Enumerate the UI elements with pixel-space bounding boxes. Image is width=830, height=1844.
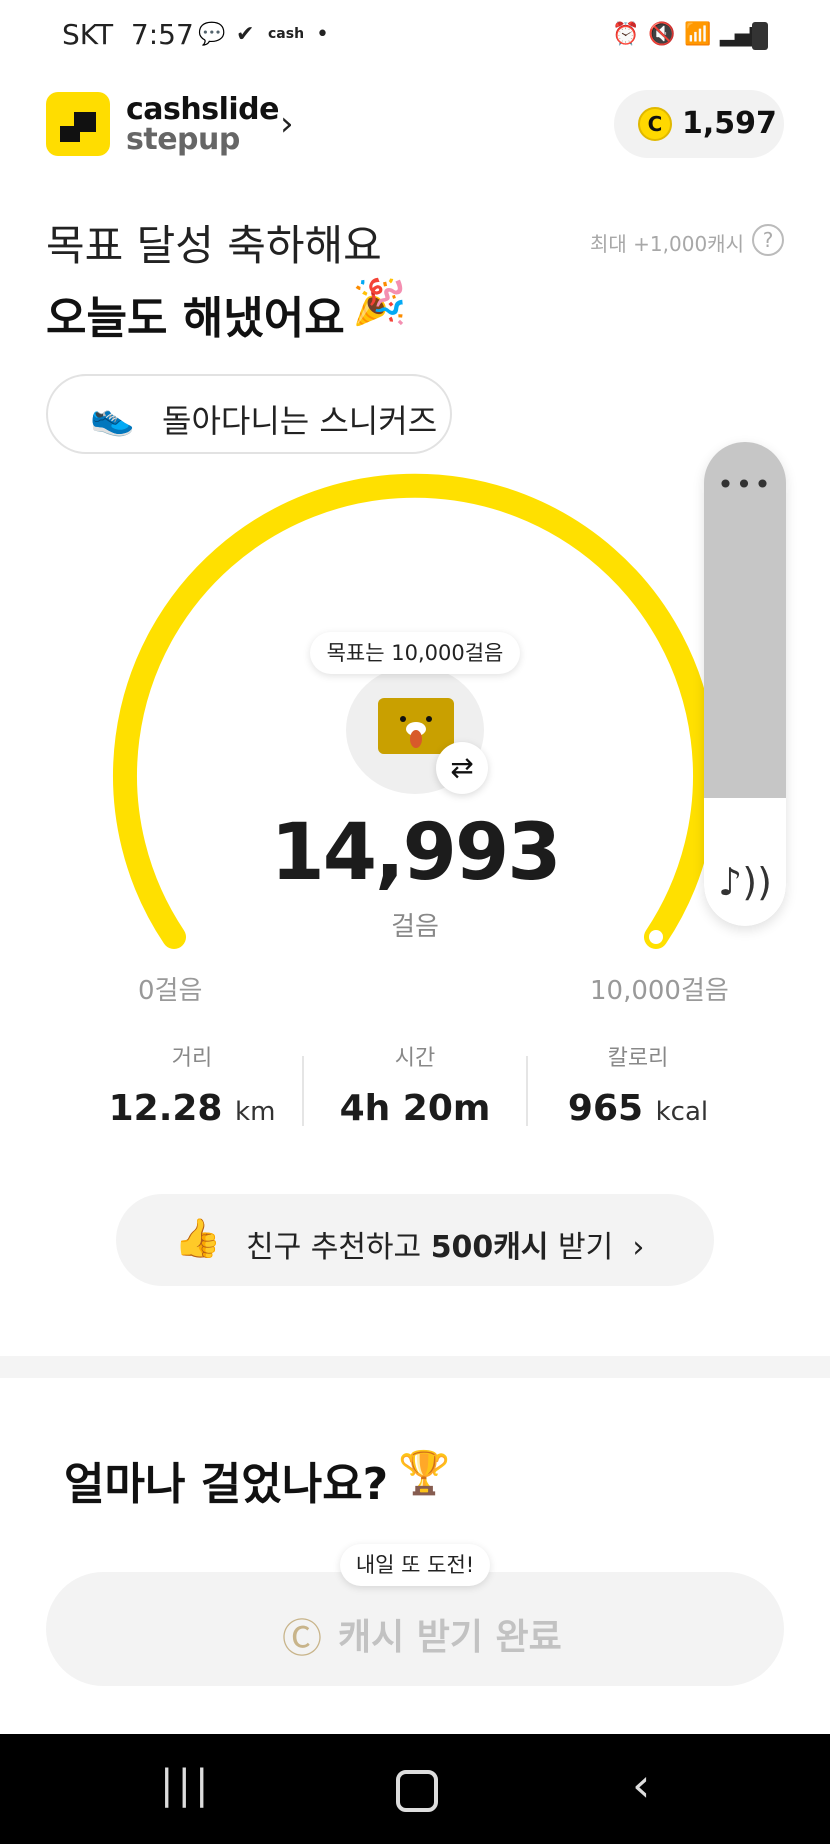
refer-friend-button[interactable]: 👍 친구 추천하고 500캐시 받기 › <box>116 1194 714 1286</box>
mute-icon: 🔇 <box>648 22 676 47</box>
stat-unit: kcal <box>655 1097 709 1127</box>
section-divider <box>0 1356 830 1378</box>
dot-icon: • <box>316 22 329 47</box>
gauge-min-label: 0걸음 <box>138 976 203 1006</box>
divider <box>302 1056 304 1126</box>
stat-distance: 거리 12.28 km <box>82 1040 302 1129</box>
thumbs-up-icon: 👍 <box>174 1216 222 1260</box>
max-reward-info: 최대 +1,000캐시 <box>590 232 744 256</box>
stat-value: 12.28 <box>108 1088 223 1129</box>
claim-label: 캐시 받기 완료 <box>338 1617 562 1658</box>
system-nav-bar: ||| ‹ <box>0 1734 830 1844</box>
dog-character-icon <box>378 698 454 754</box>
swap-icon[interactable]: ⇄ <box>436 742 488 794</box>
medal-icon: Ⓒ <box>282 1616 322 1662</box>
sneaker-icon: 👟 <box>90 397 135 438</box>
gauge-max-label: 10,000걸음 <box>590 976 729 1006</box>
goal-bubble: 목표는 10,000걸음 <box>310 632 520 674</box>
alarm-icon: ⏰ <box>612 22 640 47</box>
side-widget[interactable]: ••• ♪)) <box>704 442 786 926</box>
status-bar: SKT 7:57 💬 ✔ cash • ⏰ 🔇 📶 ▂▄▆ <box>0 0 830 76</box>
stat-label: 시간 <box>394 1046 436 1071</box>
vibe-icon: ✔ <box>236 22 255 47</box>
stat-time: 시간 4h 20m <box>305 1040 525 1129</box>
wifi-icon: 📶 <box>684 22 712 47</box>
challenge-tag: 내일 또 도전! <box>340 1544 490 1586</box>
stat-value: 4h 20m <box>339 1088 491 1129</box>
help-icon[interactable]: ? <box>752 224 784 256</box>
more-icon[interactable]: ••• <box>704 468 786 501</box>
section-title: 얼마나 걸었나요? <box>64 1459 389 1510</box>
back-icon[interactable]: ‹ <box>632 1758 650 1812</box>
cashfeed-icon: cash <box>268 26 305 42</box>
app-logo[interactable] <box>46 92 110 156</box>
home-icon[interactable] <box>396 1770 438 1812</box>
stat-label: 칼로리 <box>607 1046 669 1071</box>
recents-icon[interactable]: ||| <box>160 1762 212 1808</box>
sound-icon[interactable]: ♪)) <box>718 860 772 904</box>
status-carrier-time: SKT 7:57 <box>62 18 194 51</box>
kakaotalk-icon: 💬 <box>198 22 226 47</box>
trophy-icon: 🏆 <box>398 1448 451 1497</box>
stat-label: 거리 <box>171 1046 213 1071</box>
headline-line2: 오늘도 해냈어요 <box>46 293 345 344</box>
claim-cash-button[interactable]: Ⓒ 캐시 받기 완료 <box>46 1572 784 1686</box>
brand-sub[interactable]: stepup <box>126 122 240 157</box>
stat-unit: km <box>235 1097 276 1127</box>
battery-icon <box>752 22 768 50</box>
shoe-label: 돌아다니는 스니커즈 <box>162 402 438 440</box>
chevron-right-icon: › <box>632 1230 645 1265</box>
headline-line1: 목표 달성 축하해요 <box>46 221 382 270</box>
stat-value: 965 <box>567 1088 644 1129</box>
chevron-right-icon[interactable]: › <box>280 104 294 144</box>
cash-balance-pill[interactable]: C 1,597 <box>614 90 784 158</box>
coin-icon: C <box>638 107 672 141</box>
refer-text: 친구 추천하고 500캐시 받기 › <box>246 1230 645 1265</box>
cash-balance: 1,597 <box>682 106 777 141</box>
stat-calories: 칼로리 965 kcal <box>528 1040 748 1129</box>
party-popper-icon: 🎉 <box>352 277 407 328</box>
